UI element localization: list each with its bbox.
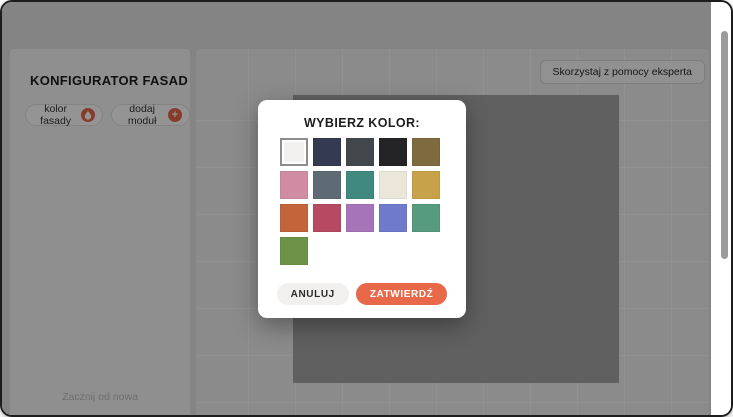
color-swatch-6[interactable] <box>313 171 341 199</box>
swatch-grid <box>258 138 466 265</box>
color-swatch-1[interactable] <box>313 138 341 166</box>
color-swatch-11[interactable] <box>313 204 341 232</box>
scrollbar-track[interactable] <box>711 2 731 415</box>
color-swatch-0[interactable] <box>280 138 308 166</box>
cancel-button[interactable]: ANULUJ <box>277 283 349 305</box>
color-swatch-7[interactable] <box>346 171 374 199</box>
color-swatch-15[interactable] <box>280 237 308 265</box>
color-swatch-8[interactable] <box>379 171 407 199</box>
modal-actions: ANULUJ ZATWIERDŹ <box>258 283 466 305</box>
color-swatch-9[interactable] <box>412 171 440 199</box>
confirm-button[interactable]: ZATWIERDŹ <box>356 283 448 305</box>
color-swatch-10[interactable] <box>280 204 308 232</box>
color-swatch-14[interactable] <box>412 204 440 232</box>
color-picker-modal: WYBIERZ KOLOR: ANULUJ ZATWIERDŹ <box>258 100 466 318</box>
color-swatch-5[interactable] <box>280 171 308 199</box>
scrollbar-thumb[interactable] <box>721 31 728 259</box>
color-swatch-4[interactable] <box>412 138 440 166</box>
app-window: KONFIGURATOR FASAD kolor fasady dodaj mo… <box>2 2 731 415</box>
color-swatch-13[interactable] <box>379 204 407 232</box>
color-swatch-2[interactable] <box>346 138 374 166</box>
app-page: KONFIGURATOR FASAD kolor fasady dodaj mo… <box>2 2 711 415</box>
color-swatch-12[interactable] <box>346 204 374 232</box>
modal-title: WYBIERZ KOLOR: <box>258 116 466 130</box>
color-swatch-3[interactable] <box>379 138 407 166</box>
